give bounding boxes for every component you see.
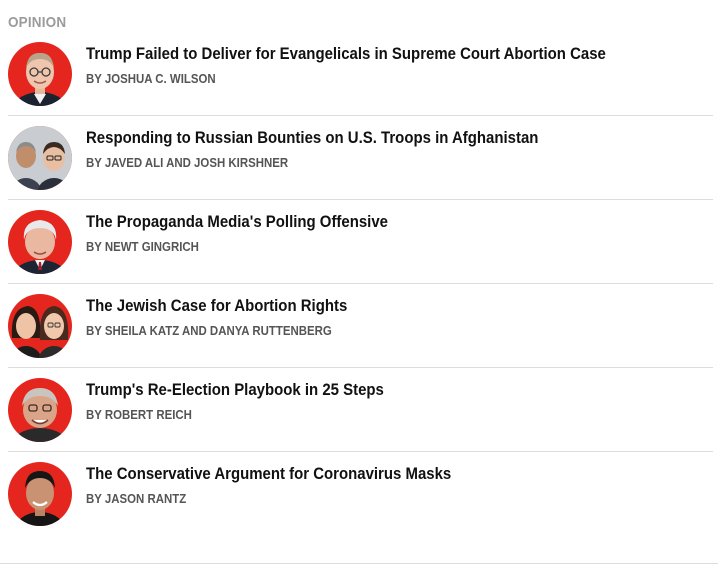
article-item[interactable]: The Conservative Argument for Coronaviru… xyxy=(8,452,713,536)
article-headline[interactable]: Responding to Russian Bounties on U.S. T… xyxy=(86,128,538,148)
article-byline: BY JASON RANTZ xyxy=(86,491,187,506)
bottom-divider xyxy=(0,563,718,564)
author-photo xyxy=(8,126,72,190)
article-byline: BY JOSHUA C. WILSON xyxy=(86,71,216,86)
author-photo xyxy=(11,388,69,442)
article-byline: BY NEWT GINGRICH xyxy=(86,239,199,254)
article-item[interactable]: Trump's Re-Election Playbook in 25 Steps… xyxy=(8,368,713,452)
article-byline: BY JAVED ALI AND JOSH KIRSHNER xyxy=(86,155,289,170)
opinion-list: Trump Failed to Deliver for Evangelicals… xyxy=(0,32,718,536)
author-avatar[interactable] xyxy=(8,126,72,190)
author-photo xyxy=(14,52,66,106)
author-avatar[interactable] xyxy=(8,42,72,106)
article-headline[interactable]: The Jewish Case for Abortion Rights xyxy=(86,296,347,316)
author-avatar[interactable] xyxy=(8,462,72,526)
section-label: OPINION xyxy=(8,14,67,31)
article-headline[interactable]: Trump's Re-Election Playbook in 25 Steps xyxy=(86,380,384,400)
author-avatar[interactable] xyxy=(8,210,72,274)
article-item[interactable]: The Propaganda Media's Polling Offensive… xyxy=(8,200,713,284)
article-item[interactable]: Trump Failed to Deliver for Evangelicals… xyxy=(8,32,713,116)
article-item[interactable]: The Jewish Case for Abortion Rights BY S… xyxy=(8,284,713,368)
author-avatar[interactable] xyxy=(8,294,72,358)
article-headline[interactable]: The Propaganda Media's Polling Offensive xyxy=(86,212,388,232)
article-byline: BY ROBERT REICH xyxy=(86,407,192,422)
author-photo xyxy=(10,306,70,358)
article-headline[interactable]: The Conservative Argument for Coronaviru… xyxy=(86,464,451,484)
author-photo xyxy=(12,220,68,274)
article-byline: BY SHEILA KATZ AND DANYA RUTTENBERG xyxy=(86,323,332,338)
article-headline[interactable]: Trump Failed to Deliver for Evangelicals… xyxy=(86,44,606,64)
author-photo xyxy=(15,471,65,526)
article-item[interactable]: Responding to Russian Bounties on U.S. T… xyxy=(8,116,713,200)
author-avatar[interactable] xyxy=(8,378,72,442)
